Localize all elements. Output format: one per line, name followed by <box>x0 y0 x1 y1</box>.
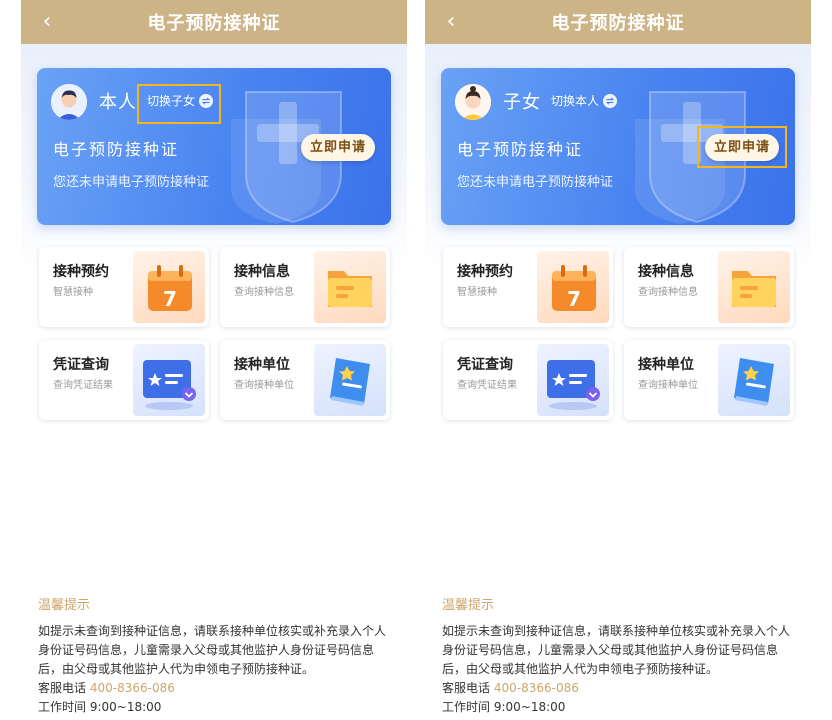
avatar-adult <box>51 84 87 120</box>
nav-bar: ‹ 电子预防接种证 <box>21 0 407 44</box>
tile-title: 接种信息 <box>638 264 694 280</box>
highlight-box-apply <box>697 126 787 168</box>
tile-certificate-query[interactable]: 凭证查询 查询凭证结果 <box>443 340 613 420</box>
service-phone-line: 客服电话 400-8366-086 <box>442 679 579 696</box>
screen-self: ‹ 电子预防接种证 本人 切换子女 电子预防接种证 您还未申请电子预防接种证 立… <box>21 0 407 720</box>
tile-vaccination-appointment[interactable]: 接种预约 智慧接种 7 <box>443 247 613 327</box>
working-hours: 工作时间 9:00~18:00 <box>38 700 162 714</box>
tile-title: 接种单位 <box>234 357 290 373</box>
service-phone-line: 客服电话 400-8366-086 <box>38 679 175 696</box>
back-icon[interactable]: ‹ <box>439 8 463 36</box>
tile-title: 凭证查询 <box>53 357 109 373</box>
phone-link[interactable]: 400-8366-086 <box>90 681 175 695</box>
tile-vaccination-info[interactable]: 接种信息 查询接种信息 <box>624 247 794 327</box>
tips-title: 温馨提示 <box>38 598 91 613</box>
tile-subtitle: 查询凭证结果 <box>457 380 517 391</box>
calendar-number: 7 <box>163 287 177 311</box>
calendar-number: 7 <box>567 287 581 311</box>
page-title: 电子预防接种证 <box>551 13 685 34</box>
phone-label: 客服电话 <box>442 681 491 695</box>
switch-identity-button[interactable]: 切换本人 <box>549 92 619 109</box>
screen-child: ‹ 电子预防接种证 子女 切换本人 电子预防接种证 您还未申请电子预防接种证 立… <box>425 0 811 720</box>
book-icon <box>718 344 790 416</box>
tile-title: 接种预约 <box>53 264 109 280</box>
tile-subtitle: 智慧接种 <box>53 287 93 298</box>
swap-icon <box>603 93 618 108</box>
card-title: 电子预防接种证 <box>53 140 180 159</box>
card-subtitle: 您还未申请电子预防接种证 <box>457 175 614 190</box>
tile-subtitle: 查询接种单位 <box>638 380 698 391</box>
tips-title: 温馨提示 <box>442 598 495 613</box>
page-title: 电子预防接种证 <box>147 13 281 34</box>
phone-link[interactable]: 400-8366-086 <box>494 681 579 695</box>
back-icon[interactable]: ‹ <box>35 8 59 36</box>
tile-title: 接种预约 <box>457 264 513 280</box>
tile-subtitle: 查询接种单位 <box>234 380 294 391</box>
certificate-icon <box>133 344 205 416</box>
tile-subtitle: 查询凭证结果 <box>53 380 113 391</box>
highlight-box-switch <box>137 84 221 124</box>
calendar-icon: 7 <box>537 251 609 323</box>
tile-subtitle: 智慧接种 <box>457 287 497 298</box>
tile-subtitle: 查询接种信息 <box>638 287 698 298</box>
tile-vaccination-info[interactable]: 接种信息 查询接种信息 <box>220 247 390 327</box>
tile-vaccination-unit[interactable]: 接种单位 查询接种单位 <box>220 340 390 420</box>
switch-label: 切换本人 <box>551 94 600 108</box>
tile-title: 接种信息 <box>234 264 290 280</box>
calendar-icon: 7 <box>133 251 205 323</box>
identity-label: 子女 <box>503 92 541 113</box>
card-title: 电子预防接种证 <box>457 140 584 159</box>
identity-label: 本人 <box>99 92 137 113</box>
book-icon <box>314 344 386 416</box>
tile-title: 凭证查询 <box>457 357 513 373</box>
tile-subtitle: 查询接种信息 <box>234 287 294 298</box>
card-subtitle: 您还未申请电子预防接种证 <box>53 175 210 190</box>
folder-icon <box>718 251 790 323</box>
working-hours: 工作时间 9:00~18:00 <box>442 700 566 714</box>
tips-body: 如提示未查询到接种证信息，请联系接种单位核实或补充录入个人身份证号码信息，儿童需… <box>442 624 791 676</box>
tile-vaccination-appointment[interactable]: 接种预约 智慧接种 7 <box>39 247 209 327</box>
tile-certificate-query[interactable]: 凭证查询 查询凭证结果 <box>39 340 209 420</box>
avatar-child <box>455 84 491 120</box>
apply-now-button[interactable]: 立即申请 <box>301 134 375 161</box>
vaccination-card: 本人 切换子女 电子预防接种证 您还未申请电子预防接种证 立即申请 <box>37 68 391 225</box>
phone-label: 客服电话 <box>38 681 87 695</box>
tile-vaccination-unit[interactable]: 接种单位 查询接种单位 <box>624 340 794 420</box>
vaccination-card: 子女 切换本人 电子预防接种证 您还未申请电子预防接种证 立即申请 <box>441 68 795 225</box>
folder-icon <box>314 251 386 323</box>
tips-body: 如提示未查询到接种证信息，请联系接种单位核实或补充录入个人身份证号码信息，儿童需… <box>38 624 387 676</box>
tile-title: 接种单位 <box>638 357 694 373</box>
certificate-icon <box>537 344 609 416</box>
nav-bar: ‹ 电子预防接种证 <box>425 0 811 44</box>
